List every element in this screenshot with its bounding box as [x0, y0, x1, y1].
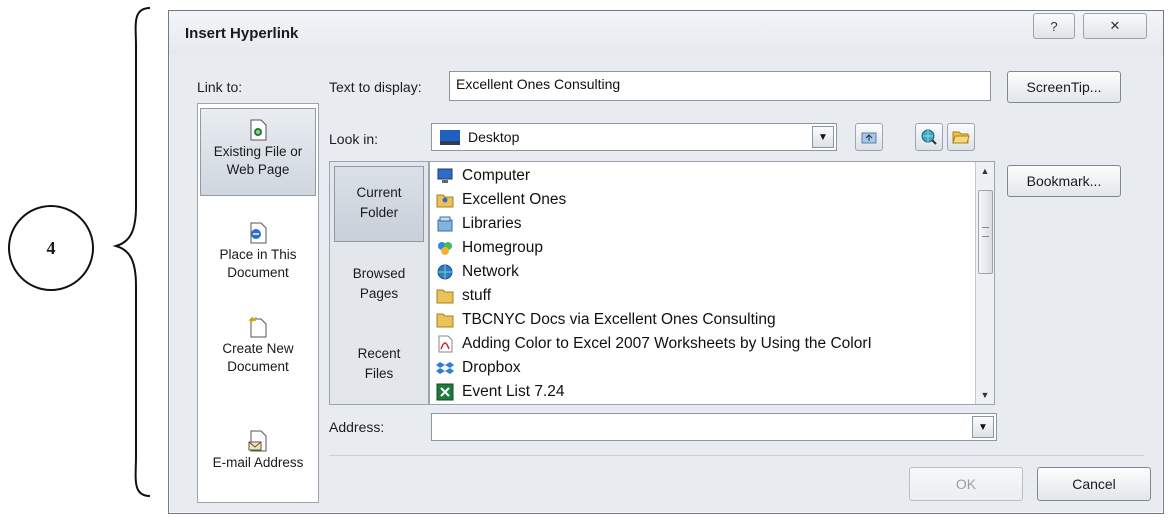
link-place-label-2: Document	[227, 265, 289, 280]
recent-files-label-1: Recent	[357, 346, 401, 361]
network-icon	[437, 264, 453, 280]
list-item[interactable]: Event List 7.24	[436, 380, 565, 404]
step-number: 4	[46, 237, 56, 258]
link-to-panel: Existing File or Web Page Place in This …	[197, 103, 319, 503]
recent-files-tab[interactable]: Recent Files	[334, 344, 424, 384]
list-item[interactable]: Dropbox	[436, 356, 521, 380]
text-to-display-label: Text to display:	[329, 79, 422, 95]
screentip-label: ScreenTip...	[1026, 79, 1102, 95]
link-existing-file[interactable]: Existing File or Web Page	[200, 108, 316, 196]
link-create-label-2: Document	[227, 359, 289, 374]
current-folder-tab[interactable]: Current Folder	[334, 166, 424, 242]
folder-icon	[436, 313, 454, 328]
scroll-up-arrow-icon[interactable]: ▲	[976, 162, 994, 180]
look-in-label: Look in:	[329, 131, 379, 147]
chevron-down-icon[interactable]: ▼	[812, 126, 834, 148]
list-item[interactable]: Excellent Ones	[436, 188, 566, 212]
file-name: Libraries	[462, 215, 522, 232]
up-folder-icon	[861, 132, 877, 144]
link-place-label-1: Place in This	[219, 247, 297, 262]
browsed-pages-label-1: Browsed	[352, 266, 406, 281]
cancel-button[interactable]: Cancel	[1037, 467, 1151, 501]
scroll-down-arrow-icon[interactable]: ▼	[976, 386, 994, 404]
link-existing-file-label-2: Web Page	[226, 162, 290, 177]
current-folder-label-1: Current	[356, 185, 402, 200]
ok-label: OK	[955, 476, 977, 492]
link-email-address[interactable]: E-mail Address	[200, 430, 316, 472]
link-existing-file-label-1: Existing File or	[213, 144, 303, 159]
list-item[interactable]: Network	[436, 260, 519, 284]
user-folder-icon	[436, 194, 454, 208]
open-folder-icon	[952, 131, 970, 144]
list-item[interactable]: TBCNYC Docs via Excellent Ones Consultin…	[436, 308, 776, 332]
file-name: Adding Color to Excel 2007 Worksheets by…	[462, 335, 872, 352]
step-number-callout: 4	[8, 205, 94, 291]
link-email-label-1: E-mail Address	[212, 455, 304, 470]
bookmark-label: Bookmark...	[1026, 173, 1102, 189]
current-folder-label-2: Folder	[359, 205, 399, 220]
address-label: Address:	[329, 419, 385, 435]
list-item[interactable]: stuff	[436, 284, 491, 308]
bookmark-button[interactable]: Bookmark...	[1007, 165, 1121, 197]
file-name: Event List 7.24	[462, 383, 565, 400]
file-list-scrollbar[interactable]: ▲ ▼	[975, 162, 994, 404]
file-list[interactable]: Computer Excellent Ones Libraries Homegr…	[429, 161, 995, 405]
place-in-document-icon	[250, 222, 267, 244]
file-name: Dropbox	[462, 359, 521, 376]
browse-file-button[interactable]	[947, 123, 975, 151]
file-name: Computer	[462, 167, 531, 184]
file-name: Homegroup	[462, 239, 543, 256]
look-in-value: Desktop	[468, 129, 520, 145]
look-in-combo[interactable]: Desktop ▼	[431, 123, 837, 151]
new-document-icon	[248, 316, 267, 338]
link-create-new-document[interactable]: Create New Document	[200, 316, 316, 376]
email-address-icon	[248, 430, 267, 452]
browsed-pages-label-2: Pages	[359, 286, 399, 301]
divider	[329, 455, 1144, 456]
up-one-folder-button[interactable]	[855, 123, 883, 151]
cancel-label: Cancel	[1072, 476, 1116, 492]
list-item[interactable]: Computer	[436, 164, 530, 188]
homegroup-icon	[438, 242, 452, 255]
pdf-icon	[438, 335, 453, 353]
list-item[interactable]: Homegroup	[436, 236, 543, 260]
browse-panel: Current Folder Browsed Pages Recent File…	[329, 161, 429, 405]
desktop-icon	[440, 130, 460, 145]
browse-web-button[interactable]	[915, 123, 943, 151]
file-name: Excellent Ones	[462, 191, 567, 208]
browse-web-icon	[921, 129, 937, 145]
screentip-button[interactable]: ScreenTip...	[1007, 71, 1121, 103]
ok-button[interactable]: OK	[909, 467, 1023, 501]
link-create-label-1: Create New	[222, 341, 294, 356]
browsed-pages-tab[interactable]: Browsed Pages	[334, 264, 424, 304]
curly-brace	[112, 7, 151, 497]
computer-icon	[437, 168, 453, 183]
help-icon: ?	[1050, 18, 1058, 34]
list-item[interactable]: Libraries	[436, 212, 521, 236]
text-to-display-value: Excellent Ones Consulting	[456, 76, 621, 92]
close-icon: ✕	[1109, 18, 1121, 33]
libraries-icon	[437, 216, 453, 232]
address-combo[interactable]: ▼	[431, 413, 997, 441]
text-to-display-input[interactable]: Excellent Ones Consulting	[449, 71, 991, 101]
excel-icon	[436, 383, 454, 401]
list-item[interactable]: Adding Color to Excel 2007 Worksheets by…	[436, 332, 872, 356]
link-place-in-document[interactable]: Place in This Document	[200, 222, 316, 282]
file-name: Network	[462, 263, 519, 280]
file-name: TBCNYC Docs via Excellent Ones Consultin…	[462, 311, 776, 328]
chevron-down-icon[interactable]: ▼	[972, 416, 994, 438]
recent-files-label-2: Files	[364, 366, 394, 381]
title-bar: Insert Hyperlink ? ✕	[169, 11, 1163, 55]
existing-file-icon	[250, 119, 267, 141]
dropbox-icon	[436, 362, 454, 374]
file-name: stuff	[462, 287, 492, 304]
link-to-label: Link to:	[197, 79, 243, 95]
close-button[interactable]: ✕	[1083, 13, 1147, 39]
grip-icon	[982, 227, 989, 237]
dialog-title: Insert Hyperlink	[185, 25, 299, 42]
help-button[interactable]: ?	[1033, 13, 1075, 39]
scroll-thumb[interactable]	[978, 190, 993, 274]
folder-icon	[436, 289, 454, 304]
insert-hyperlink-dialog: Insert Hyperlink ? ✕ Link to: Existing F…	[168, 10, 1164, 514]
